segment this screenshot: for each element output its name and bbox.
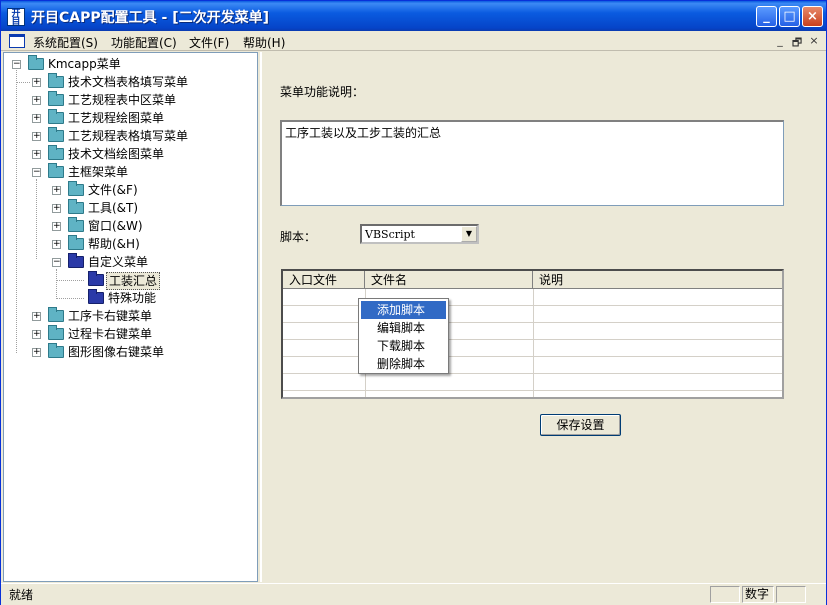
- collapse-icon[interactable]: −: [12, 60, 21, 69]
- tree-label: 工艺规程表格填写菜单: [68, 129, 189, 143]
- expand-icon[interactable]: +: [32, 96, 41, 105]
- folder-icon: [48, 91, 64, 106]
- tree-label: 工具(&T): [88, 201, 139, 215]
- context-menu-delete-script[interactable]: 删除脚本: [361, 355, 446, 373]
- context-menu-edit-script[interactable]: 编辑脚本: [361, 319, 446, 337]
- menu-function-config[interactable]: 功能配置(C): [111, 34, 177, 51]
- column-header-file-name[interactable]: 文件名: [365, 271, 533, 289]
- expand-icon[interactable]: +: [32, 348, 41, 357]
- tree-label: 过程卡右键菜单: [68, 327, 153, 341]
- mdi-document-icon[interactable]: [9, 34, 25, 48]
- collapse-icon[interactable]: −: [32, 168, 41, 177]
- folder-icon: [68, 235, 84, 250]
- folder-icon: [68, 217, 84, 232]
- context-menu-add-script[interactable]: 添加脚本: [361, 301, 446, 319]
- menu-tree[interactable]: − Kmcapp菜单 + 技术文档表格填写菜单 + 工艺规程表中区菜单 + 工艺…: [3, 52, 258, 582]
- grid-header: 入口文件 文件名 说明: [283, 271, 782, 289]
- expand-icon[interactable]: +: [32, 132, 41, 141]
- folder-icon: [48, 145, 64, 160]
- app-icon: 开目: [7, 8, 25, 27]
- tree-label: 自定义菜单: [88, 255, 149, 269]
- context-menu: 添加脚本 编辑脚本 下载脚本 删除脚本: [358, 298, 449, 374]
- tree-label: 技术文档绘图菜单: [68, 147, 165, 161]
- mdi-restore-button[interactable]: 🗗: [790, 34, 804, 53]
- folder-icon: [68, 181, 84, 196]
- expand-icon[interactable]: +: [32, 78, 41, 87]
- tree-label: 主框架菜单: [68, 165, 129, 179]
- tree-label: 帮助(&H): [88, 237, 140, 251]
- description-textarea[interactable]: 工序工装以及工步工装的汇总: [280, 120, 784, 206]
- menu-system-config[interactable]: 系统配置(S): [33, 34, 98, 51]
- folder-icon: [88, 271, 104, 286]
- folder-icon: [68, 199, 84, 214]
- expand-icon[interactable]: +: [52, 222, 61, 231]
- tree-label: 工艺规程表中区菜单: [68, 93, 177, 107]
- status-text: 就绪: [9, 588, 34, 602]
- tree-label: 工艺规程绘图菜单: [68, 111, 165, 125]
- mdi-close-button[interactable]: ×: [807, 34, 821, 47]
- tree-label: 文件(&F): [88, 183, 138, 197]
- description-label: 菜单功能说明：: [280, 85, 365, 99]
- script-label: 脚本：: [280, 230, 317, 244]
- status-panel-caps: [710, 586, 740, 603]
- tree-label: 特殊功能: [108, 291, 157, 305]
- folder-icon: [48, 127, 64, 142]
- expand-icon[interactable]: +: [52, 240, 61, 249]
- dropdown-arrow-icon[interactable]: ▼: [461, 226, 477, 242]
- script-select[interactable]: VBScript ▼: [360, 224, 479, 244]
- folder-icon: [48, 109, 64, 124]
- tree-label: 图形图像右键菜单: [68, 345, 165, 359]
- collapse-icon[interactable]: −: [52, 258, 61, 267]
- app-window: 开目 开目CAPP配置工具 - [二次开发菜单] _ □ × 系统配置(S) 功…: [0, 0, 827, 605]
- folder-icon: [48, 325, 64, 340]
- column-header-description[interactable]: 说明: [533, 271, 782, 289]
- script-select-value: VBScript: [365, 228, 415, 241]
- tree-label: 工装汇总: [106, 272, 161, 290]
- mdi-minimize-button[interactable]: _: [773, 34, 787, 47]
- minimize-button[interactable]: _: [756, 6, 777, 27]
- expand-icon[interactable]: +: [32, 150, 41, 159]
- window-title: 开目CAPP配置工具 - [二次开发菜单]: [31, 10, 269, 26]
- save-settings-button[interactable]: 保存设置: [540, 414, 621, 436]
- table-row[interactable]: [283, 374, 782, 391]
- folder-icon: [48, 307, 64, 322]
- expand-icon[interactable]: +: [52, 204, 61, 213]
- folder-icon: [48, 343, 64, 358]
- tree-label: 技术文档表格填写菜单: [68, 75, 189, 89]
- title-bar[interactable]: 开目 开目CAPP配置工具 - [二次开发菜单] _ □ ×: [1, 1, 826, 31]
- folder-open-icon: [28, 55, 44, 70]
- expand-icon[interactable]: +: [32, 312, 41, 321]
- folder-open-icon: [48, 163, 64, 178]
- status-bar: [1, 583, 826, 605]
- column-header-entry-file[interactable]: 入口文件: [283, 271, 365, 289]
- expand-icon[interactable]: +: [32, 330, 41, 339]
- context-menu-download-script[interactable]: 下载脚本: [361, 337, 446, 355]
- folder-icon: [88, 289, 104, 304]
- tree-label: 窗口(&W): [88, 219, 143, 233]
- expand-icon[interactable]: +: [52, 186, 61, 195]
- maximize-button[interactable]: □: [779, 6, 800, 27]
- menu-file[interactable]: 文件(F): [189, 34, 229, 51]
- tree-label: 工序卡右键菜单: [68, 309, 153, 323]
- folder-icon: [48, 73, 64, 88]
- menu-help[interactable]: 帮助(H): [243, 34, 285, 51]
- tree-label: Kmcapp菜单: [48, 57, 121, 71]
- expand-icon[interactable]: +: [32, 114, 41, 123]
- folder-open-icon: [68, 253, 84, 268]
- script-file-grid[interactable]: 入口文件 文件名 说明: [281, 269, 784, 399]
- status-panel-scroll: [776, 586, 806, 603]
- close-button[interactable]: ×: [802, 6, 823, 27]
- status-panel-num: 数字: [742, 586, 774, 603]
